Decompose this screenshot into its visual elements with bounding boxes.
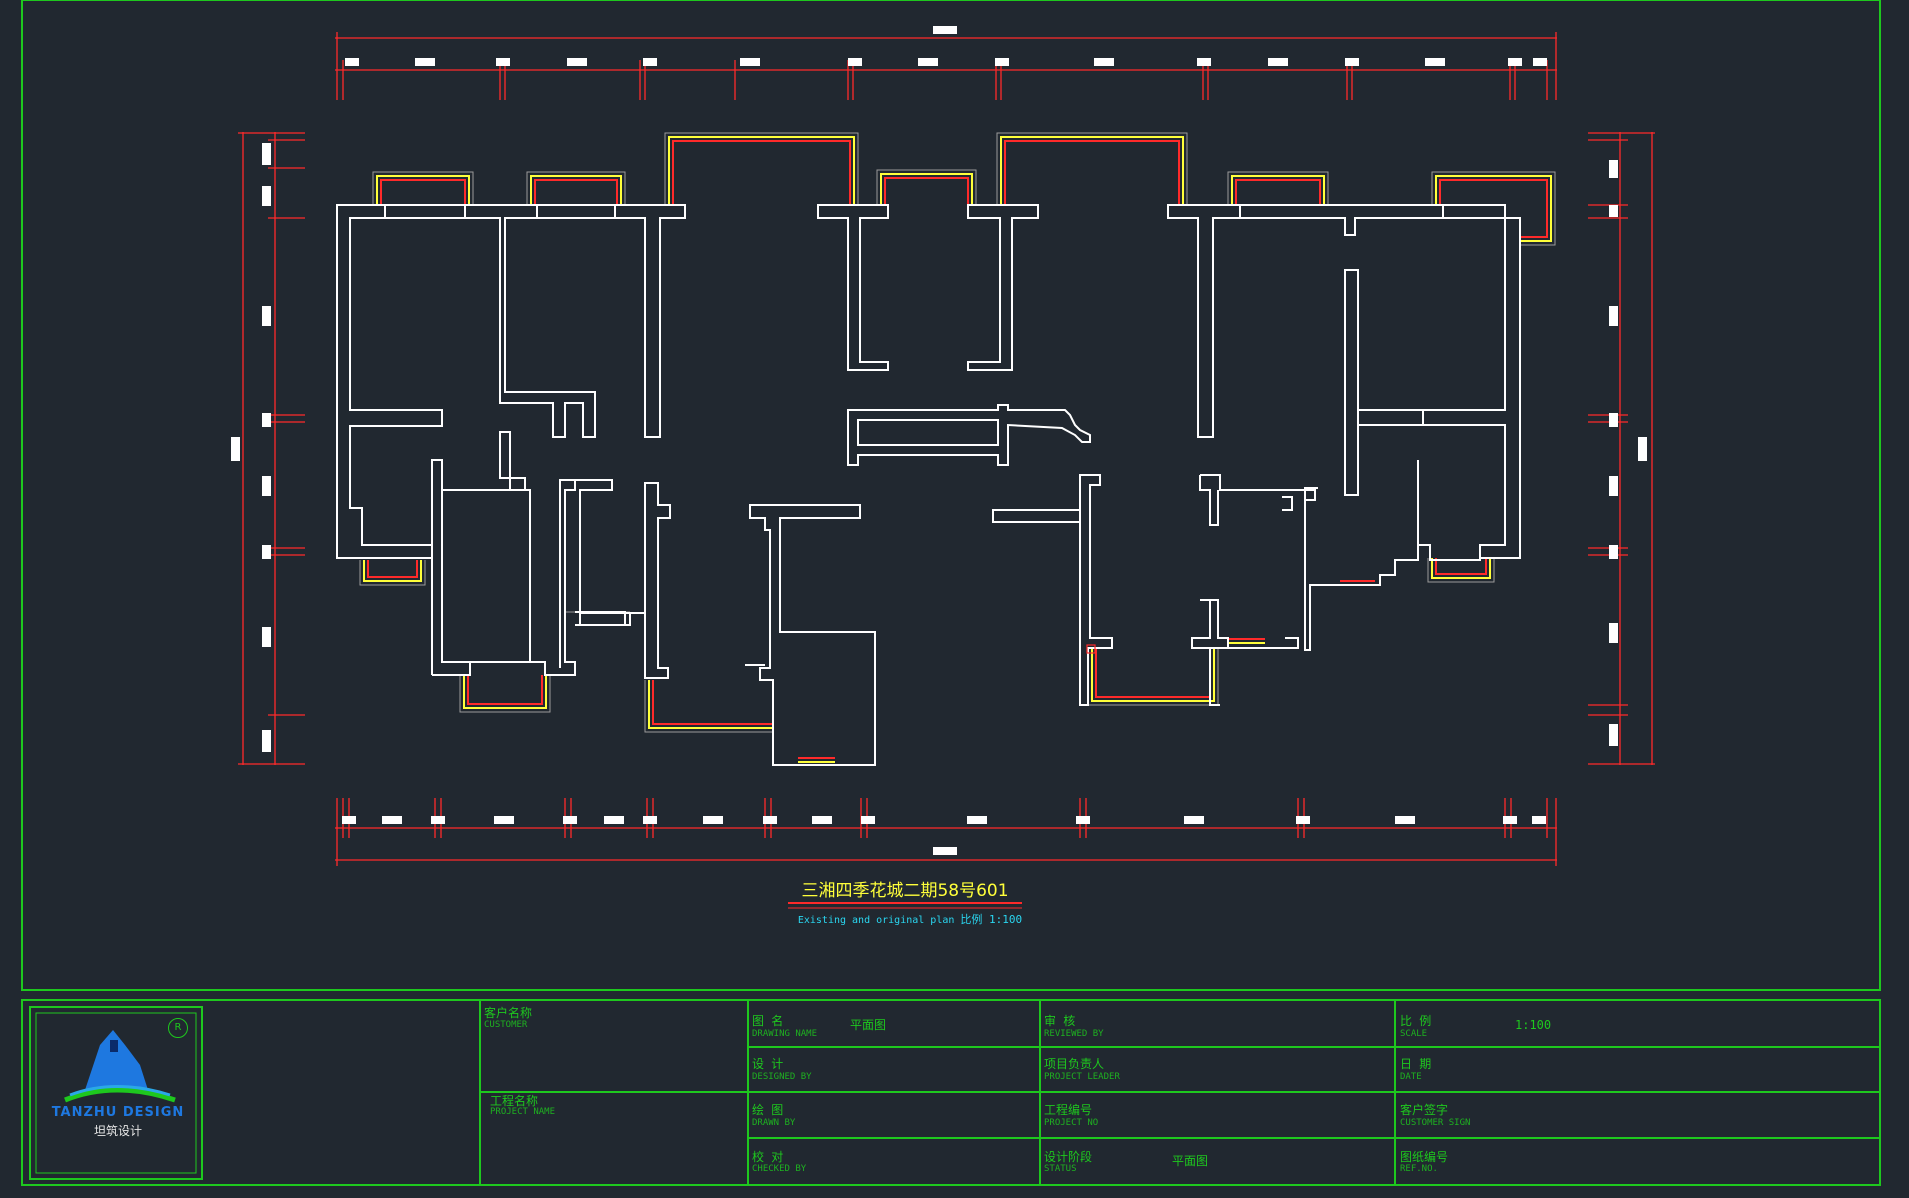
project-no-label-en: PROJECT NO [1044,1118,1099,1128]
ref-no-label: 图纸编号 [1400,1150,1449,1164]
drawing-name-label-en: DRAWING NAME [752,1029,818,1039]
checked-label-en: CHECKED BY [752,1164,807,1174]
customer-label: 客户名称 [484,1006,533,1020]
designed-label: 设 计 [752,1057,784,1071]
drawing-name-value: 平面图 [850,1018,887,1032]
scale-value: 1:100 [1515,1018,1552,1032]
leader-label-en: PROJECT LEADER [1044,1072,1120,1082]
customer-sign-label-en: CUSTOMER SIGN [1400,1118,1471,1128]
customer-label-en: CUSTOMER [484,1020,528,1030]
title-block-frame [21,999,1881,1186]
checked-label: 校 对 [752,1150,784,1164]
logo-brand-cn: 坦筑设计 [93,1124,142,1138]
logo-brand: TANZHU DESIGN [51,1105,185,1120]
drawn-label: 绘 图 [752,1103,784,1117]
scale-label-en: SCALE [1400,1029,1428,1039]
date-label: 日 期 [1400,1057,1432,1071]
project-no-label: 工程编号 [1044,1103,1093,1117]
scale-label: 比 例 [1400,1014,1432,1028]
logo-building [64,1030,176,1103]
designed-label-en: DESIGNED BY [752,1072,812,1082]
status-label: 设计阶段 [1044,1150,1093,1164]
date-label-en: DATE [1400,1072,1422,1082]
status-value: 平面图 [1172,1154,1209,1168]
ref-no-label-en: REF.NO. [1400,1164,1438,1174]
customer-sign-label: 客户签字 [1400,1103,1449,1117]
cad-viewport[interactable]: 三湘四季花城二期58号601 Existing and original pla… [0,0,1909,1194]
reviewed-label: 审 核 [1044,1014,1076,1028]
drawing-name-label: 图 名 [752,1014,784,1028]
status-label-en: STATUS [1044,1164,1077,1174]
drawn-label-en: DRAWN BY [752,1118,796,1128]
logo-badge: R [168,1018,188,1038]
project-label-en: PROJECT NAME [490,1107,556,1117]
leader-label: 项目负责人 [1044,1057,1105,1071]
reviewed-label-en: REVIEWED BY [1044,1029,1104,1039]
